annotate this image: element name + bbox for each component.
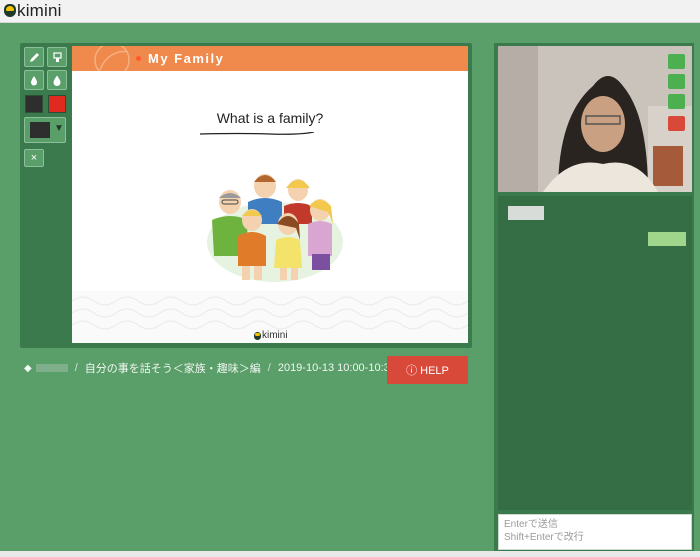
eraser-tool-button[interactable] bbox=[47, 47, 67, 67]
video-frame bbox=[498, 46, 692, 192]
chat-message-redacted bbox=[508, 206, 544, 220]
separator: / bbox=[267, 362, 271, 374]
slide-footer-logo: kimini bbox=[254, 330, 288, 341]
logo-text: kimini bbox=[17, 1, 62, 20]
chat-input[interactable]: Enterで送信 Shift+Enterで改行 bbox=[498, 514, 692, 550]
mic-toggle-button[interactable] bbox=[668, 74, 685, 89]
top-bar: kimini bbox=[0, 0, 700, 23]
video-toggle-button[interactable] bbox=[668, 54, 685, 69]
thin-drop-icon bbox=[31, 75, 37, 85]
black-swatch[interactable] bbox=[25, 95, 43, 113]
lesson-datetime: 2019-10-13 10:00-10:30 bbox=[277, 362, 396, 374]
lesson-info: ◆ / 自分の事を話そう＜家族・趣味＞編 / 2019-10-13 10:00-… bbox=[24, 358, 396, 378]
bottom-strip bbox=[0, 551, 700, 557]
lesson-slide: My Family What is a family? kimini bbox=[72, 46, 468, 343]
teacher-video bbox=[498, 46, 692, 192]
chevron-down-icon: ▼ bbox=[54, 123, 64, 134]
course-name[interactable]: 自分の事を話そう＜家族・趣味＞編 bbox=[85, 360, 261, 376]
logo-mark-icon bbox=[254, 331, 261, 340]
chat-log bbox=[498, 196, 692, 510]
red-swatch[interactable] bbox=[48, 95, 66, 113]
slide-title: My Family bbox=[148, 51, 225, 66]
separator: / bbox=[74, 362, 78, 374]
chat-message-redacted bbox=[648, 232, 686, 246]
header-dot bbox=[136, 56, 141, 61]
help-button[interactable]: ⓘ HELP bbox=[387, 356, 468, 384]
hangup-button[interactable] bbox=[668, 116, 685, 131]
color-picker[interactable]: ▼ bbox=[24, 117, 66, 143]
chat-placeholder-line2: Shift+Enterで改行 bbox=[504, 532, 584, 543]
graduation-cap-icon: ◆ bbox=[24, 362, 32, 374]
thick-brush-button[interactable] bbox=[47, 70, 67, 90]
slide-footer-logo-text: kimini bbox=[262, 330, 288, 341]
slide-header: My Family bbox=[72, 46, 468, 71]
family-illustration bbox=[207, 174, 343, 282]
teacher-name-redacted[interactable] bbox=[35, 364, 68, 372]
pencil-tool-button[interactable] bbox=[24, 47, 44, 67]
clear-board-button[interactable]: × bbox=[24, 149, 44, 167]
eraser-icon bbox=[52, 51, 62, 62]
thin-brush-button[interactable] bbox=[24, 70, 44, 90]
chat-placeholder-line1: Enterで送信 bbox=[504, 519, 558, 530]
thick-drop-icon bbox=[53, 75, 61, 86]
logo-mark-icon bbox=[4, 4, 16, 17]
underline-stroke bbox=[200, 132, 314, 135]
kimini-logo[interactable]: kimini bbox=[4, 2, 62, 19]
leaf-decoration-icon bbox=[94, 46, 130, 71]
slide-question: What is a family? bbox=[216, 110, 324, 126]
pencil-icon bbox=[29, 52, 39, 62]
screen-toggle-button[interactable] bbox=[668, 94, 685, 109]
selected-color-box bbox=[30, 122, 50, 138]
